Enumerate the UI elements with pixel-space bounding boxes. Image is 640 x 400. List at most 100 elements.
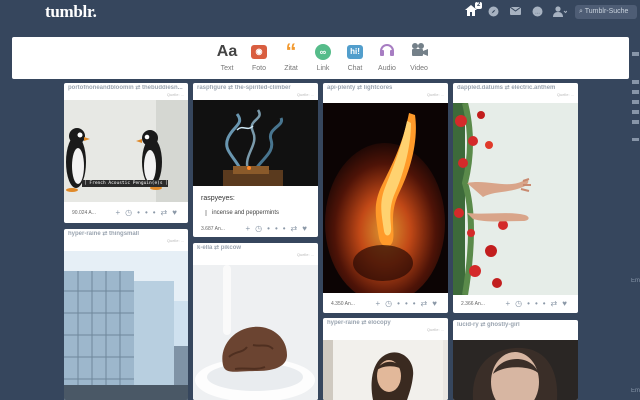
svg-text:…: … bbox=[535, 10, 540, 16]
post-card[interactable]: dappled.datums ⇄ electric.anthem Quelle:… bbox=[453, 83, 578, 313]
image-caption: [ French Acoustic Penguin(e)s ] bbox=[84, 181, 168, 186]
post-type-label: Chat bbox=[347, 65, 363, 72]
post-image[interactable]: [ French Acoustic Penguin(e)s ] bbox=[64, 100, 188, 202]
tumblr-logo[interactable]: tumblr. bbox=[45, 2, 97, 22]
post-actions: +◷•••⇄♥ bbox=[505, 299, 572, 308]
post-header: api-plenty ⇄ lightcores Quelle: ... bbox=[323, 83, 448, 99]
more-icon[interactable]: ••• bbox=[137, 208, 160, 217]
post-username[interactable]: api-plenty ⇄ lightcores bbox=[327, 85, 444, 92]
post-image[interactable] bbox=[453, 340, 578, 400]
note-count[interactable]: 2.366 An... bbox=[461, 301, 485, 307]
reblog-icon[interactable]: ⇄ bbox=[421, 299, 433, 308]
post-card[interactable]: lucid-ry ⇄ ghostly-girl bbox=[453, 320, 578, 400]
post-video-button[interactable]: Video bbox=[402, 42, 436, 72]
post-audio-button[interactable]: Audio bbox=[370, 42, 404, 72]
post-type-label: Link bbox=[316, 65, 330, 72]
like-icon[interactable]: ♥ bbox=[562, 299, 572, 308]
post-username[interactable]: dappled.datums ⇄ electric.anthem bbox=[457, 85, 574, 92]
quote-icon: “ bbox=[285, 39, 297, 64]
post-source[interactable]: Quelle: ... bbox=[427, 92, 444, 97]
post-quote: incense and peppermints bbox=[205, 210, 279, 216]
post-header: portofnoneandbloomin ⇄ thebuddiesn... Qu… bbox=[64, 83, 188, 99]
post-chat-button[interactable]: hi! Chat bbox=[338, 42, 372, 72]
more-icon[interactable]: ••• bbox=[527, 299, 550, 308]
search-placeholder: Tumblr-Suche bbox=[584, 8, 629, 15]
search-input[interactable]: ⌕ Tumblr-Suche bbox=[575, 5, 637, 19]
post-card[interactable]: api-plenty ⇄ lightcores Quelle: ... 4.35… bbox=[323, 83, 448, 313]
queue-icon[interactable]: ◷ bbox=[255, 224, 267, 233]
post-card[interactable]: hyper-raine ⇄ elocopy Quelle: ... bbox=[323, 318, 448, 400]
post-type-bar: Aa Text ◉ Foto “ Zitat ∞ Link hi! Chat A… bbox=[12, 37, 629, 79]
right-sidebar bbox=[631, 50, 640, 220]
account-icon[interactable] bbox=[553, 6, 568, 20]
post-header: dappled.datums ⇄ electric.anthem Quelle:… bbox=[453, 83, 578, 99]
share-icon[interactable]: + bbox=[115, 208, 125, 217]
top-bar: tumblr. 2 … ⌕ Tumblr-Suche bbox=[0, 0, 640, 26]
queue-icon[interactable]: ◷ bbox=[515, 299, 527, 308]
post-photo-button[interactable]: ◉ Foto bbox=[242, 42, 276, 72]
reblog-icon[interactable]: ⇄ bbox=[161, 208, 173, 217]
ask-icon[interactable]: … bbox=[532, 6, 543, 20]
sidebar-label: Em bbox=[631, 388, 640, 394]
post-actions: +◷•••⇄♥ bbox=[245, 224, 312, 233]
video-icon bbox=[402, 42, 436, 62]
post-header: hyper-raine ⇄ elocopy Quelle: ... bbox=[323, 318, 448, 334]
more-icon[interactable]: ••• bbox=[397, 299, 420, 308]
like-icon[interactable]: ♥ bbox=[302, 224, 312, 233]
post-footer: 3.687 An... +◷•••⇄♥ bbox=[193, 221, 318, 237]
post-image[interactable] bbox=[453, 103, 578, 295]
share-icon[interactable]: + bbox=[245, 224, 255, 233]
headphones-icon bbox=[370, 42, 404, 62]
camera-icon: ◉ bbox=[242, 42, 276, 62]
post-type-label: Video bbox=[410, 65, 428, 72]
post-title: raspyeyes: bbox=[201, 195, 235, 202]
post-card[interactable]: k-ella ⇄ pikcow Quelle: ... bbox=[193, 243, 318, 400]
post-username[interactable]: hyper-raine ⇄ thingsmall bbox=[68, 231, 184, 238]
chat-icon: hi! bbox=[338, 42, 372, 62]
post-username[interactable]: k-ella ⇄ pikcow bbox=[197, 245, 314, 252]
reblog-icon[interactable]: ⇄ bbox=[291, 224, 303, 233]
share-icon[interactable]: + bbox=[375, 299, 385, 308]
sidebar-label: Em bbox=[631, 278, 640, 284]
post-source[interactable]: Quelle: ... bbox=[167, 238, 184, 243]
post-source[interactable]: Quelle: ... bbox=[427, 327, 444, 332]
queue-icon[interactable]: ◷ bbox=[385, 299, 397, 308]
note-count[interactable]: 4.350 An... bbox=[331, 301, 355, 307]
post-username[interactable]: raspfigure ⇄ the-spirited-climber bbox=[197, 85, 314, 92]
text-icon: Aa bbox=[216, 43, 238, 60]
notification-badge: 2 bbox=[475, 2, 483, 9]
post-link-button[interactable]: ∞ Link bbox=[306, 42, 340, 72]
queue-icon[interactable]: ◷ bbox=[125, 208, 137, 217]
share-icon[interactable]: + bbox=[505, 299, 515, 308]
post-image[interactable] bbox=[193, 100, 318, 186]
post-text-button[interactable]: Aa Text bbox=[210, 42, 244, 72]
post-type-label: Text bbox=[220, 65, 234, 72]
post-source[interactable]: Quelle: ... bbox=[297, 252, 314, 257]
post-card[interactable]: hyper-raine ⇄ thingsmall Quelle: ... bbox=[64, 229, 188, 400]
post-source[interactable]: Quelle: ... bbox=[557, 92, 574, 97]
post-image[interactable] bbox=[323, 103, 448, 293]
note-count[interactable]: 90.024 A... bbox=[72, 210, 96, 216]
post-header: raspfigure ⇄ the-spirited-climber Quelle… bbox=[193, 83, 318, 99]
post-image[interactable] bbox=[193, 265, 318, 400]
post-header: k-ella ⇄ pikcow Quelle: ... bbox=[193, 243, 318, 259]
post-username[interactable]: portofnoneandbloomin ⇄ thebuddiesn... bbox=[68, 85, 184, 92]
mail-icon[interactable] bbox=[509, 6, 522, 18]
post-source[interactable]: Quelle: ... bbox=[167, 92, 184, 97]
post-username[interactable]: lucid-ry ⇄ ghostly-girl bbox=[457, 322, 574, 329]
like-icon[interactable]: ♥ bbox=[432, 299, 442, 308]
post-username[interactable]: hyper-raine ⇄ elocopy bbox=[327, 320, 444, 327]
reblog-icon[interactable]: ⇄ bbox=[551, 299, 563, 308]
post-image[interactable] bbox=[323, 340, 448, 400]
more-icon[interactable]: ••• bbox=[267, 224, 290, 233]
post-card[interactable]: portofnoneandbloomin ⇄ thebuddiesn... Qu… bbox=[64, 83, 188, 223]
post-image[interactable] bbox=[64, 251, 188, 400]
post-card[interactable]: raspfigure ⇄ the-spirited-climber Quelle… bbox=[193, 83, 318, 237]
post-header: lucid-ry ⇄ ghostly-girl bbox=[453, 320, 578, 336]
note-count[interactable]: 3.687 An... bbox=[201, 226, 225, 232]
post-type-label: Foto bbox=[251, 65, 266, 72]
post-source[interactable]: Quelle: ... bbox=[297, 92, 314, 97]
like-icon[interactable]: ♥ bbox=[172, 208, 182, 217]
compass-icon[interactable] bbox=[488, 6, 499, 20]
post-quote-button[interactable]: “ Zitat bbox=[274, 39, 308, 73]
